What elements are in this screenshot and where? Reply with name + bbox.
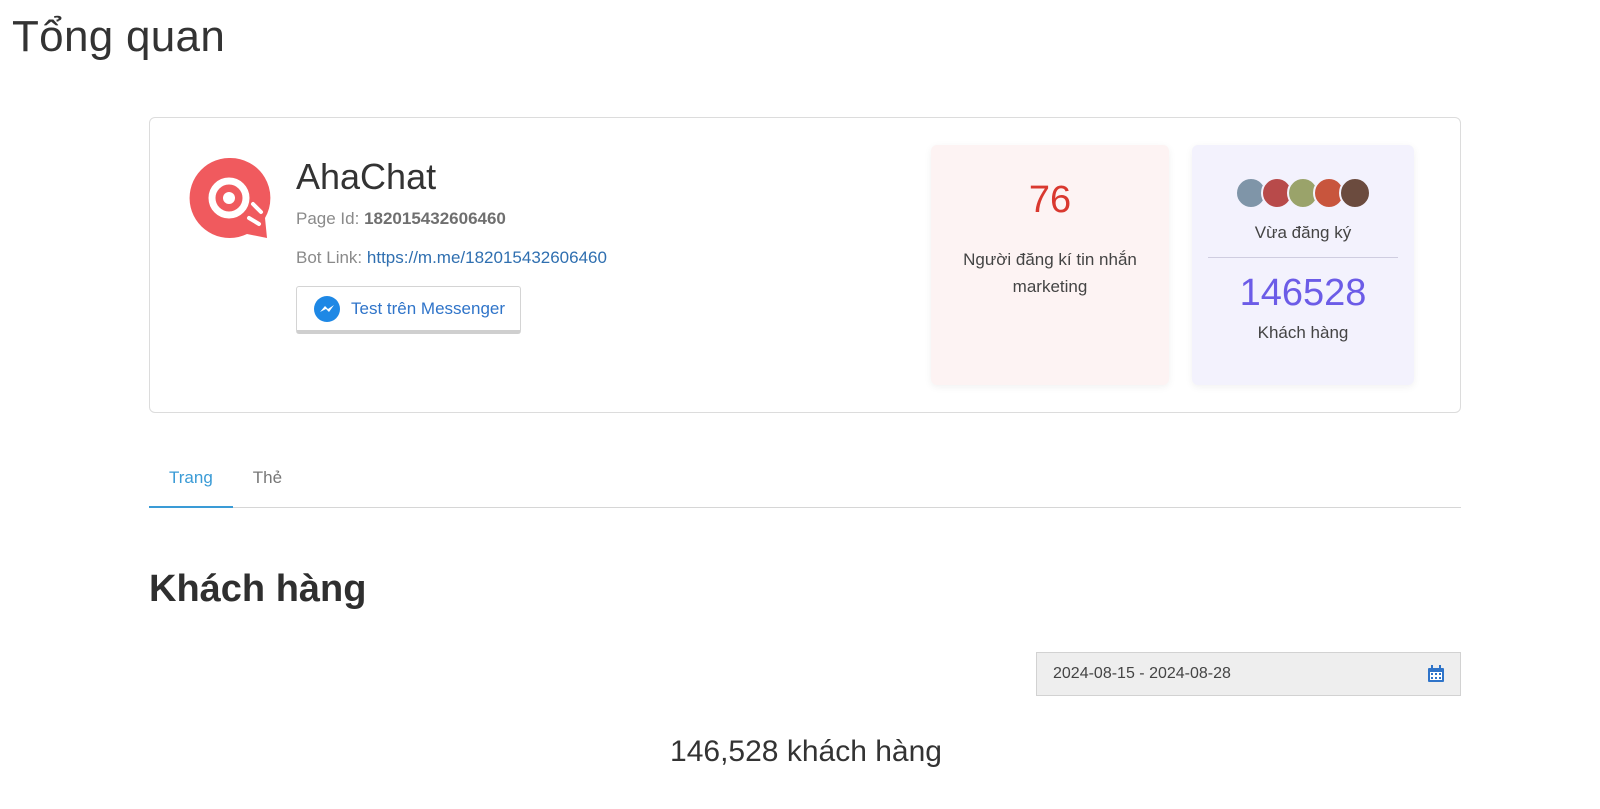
tab-the[interactable]: Thẻ [233, 455, 302, 508]
calendar-icon[interactable] [1426, 664, 1446, 684]
avatar[interactable] [1339, 177, 1371, 209]
divider [1208, 257, 1398, 258]
bot-link-label: Bot Link: [296, 248, 363, 267]
recent-avatars [1192, 177, 1414, 211]
page-id: Page Id: 182015432606460 [296, 209, 506, 229]
marketing-subscribers-card: 76 Người đăng kí tin nhắn marketing [931, 145, 1169, 385]
customers-label: Khách hàng [1257, 323, 1349, 342]
marketing-subscribers-label: Người đăng kí tin nhắn marketing [963, 250, 1137, 296]
recent-signup-label: Vừa đăng ký [1254, 223, 1352, 242]
test-on-messenger-button[interactable]: Test trên Messenger [296, 286, 521, 334]
page-id-value: 182015432606460 [364, 209, 506, 228]
section-title: Khách hàng [149, 568, 367, 610]
total-customers-text: 146,528 khách hàng [670, 735, 942, 768]
page-id-label: Page Id: [296, 209, 360, 228]
bot-link[interactable]: https://m.me/182015432606460 [367, 248, 607, 267]
customers-card: Vừa đăng ký 146528 Khách hàng [1192, 145, 1414, 385]
messenger-icon [313, 295, 341, 323]
test-button-label: Test trên Messenger [351, 298, 506, 318]
tab-bar: Trang Thẻ [149, 455, 1461, 508]
bot-name: AhaChat [296, 156, 437, 197]
date-range-picker[interactable]: 2024-08-15 - 2024-08-28 [1036, 652, 1461, 696]
customers-count: 146528 [1239, 272, 1367, 314]
page-title: Tổng quan [12, 12, 226, 61]
date-range-value: 2024-08-15 - 2024-08-28 [1053, 665, 1231, 682]
ahachat-logo-icon [187, 156, 271, 240]
bot-info-card: AhaChat Page Id: 182015432606460 Bot Lin… [149, 117, 1461, 413]
bot-link-row: Bot Link: https://m.me/182015432606460 [296, 248, 607, 268]
tab-trang[interactable]: Trang [149, 455, 233, 508]
marketing-subscribers-count: 76 [1028, 179, 1072, 221]
